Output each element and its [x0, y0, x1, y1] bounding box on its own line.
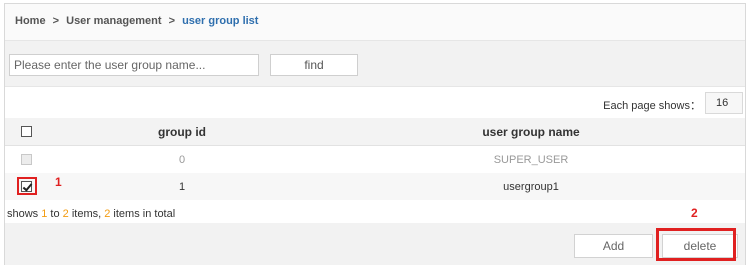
group-name-cell: usergroup1	[503, 180, 559, 193]
breadcrumb-user-management[interactable]: User management	[66, 15, 161, 27]
search-input[interactable]	[9, 54, 259, 76]
page-size-select[interactable]: 16	[705, 92, 743, 114]
action-bar: Add delete	[5, 223, 745, 265]
user-group-table: group id user group name 0 SUPER_USER 1 …	[5, 118, 745, 200]
annotation-highlight-box	[17, 177, 37, 195]
table-row[interactable]: 1 usergroup1	[5, 173, 745, 200]
summary-suffix: items in total	[110, 208, 176, 220]
table-row[interactable]: 0 SUPER_USER	[5, 146, 745, 173]
find-button[interactable]: find	[270, 54, 358, 76]
page-size-label: Each page shows：	[603, 100, 701, 112]
breadcrumb-separator: >	[168, 15, 175, 27]
breadcrumb-separator: >	[52, 15, 60, 27]
group-id-cell: 1	[178, 180, 186, 193]
table-header-row: group id user group name	[5, 118, 745, 146]
user-group-panel: Home > User management > user group list…	[4, 3, 746, 265]
breadcrumb-home[interactable]: Home	[15, 15, 46, 27]
page-size-row: Each page shows： 16	[5, 88, 745, 118]
annotation-highlight-box	[656, 228, 736, 261]
row-checkbox	[20, 154, 32, 165]
column-header-group-id[interactable]: group id	[47, 118, 317, 145]
group-id-cell: 0	[178, 153, 186, 166]
summary-prefix: shows	[7, 208, 42, 220]
select-all-checkbox[interactable]	[20, 126, 32, 137]
column-header-user-group-name[interactable]: user group name	[317, 118, 745, 145]
add-button[interactable]: Add	[574, 234, 653, 258]
annotation-step-1: 1	[55, 175, 62, 189]
row-check-cell	[5, 146, 47, 173]
summary-items-word: items,	[68, 208, 105, 220]
group-name-cell: SUPER_USER	[493, 153, 569, 166]
breadcrumb: Home > User management > user group list	[5, 4, 745, 41]
search-bar: find	[5, 41, 745, 87]
select-all-cell	[5, 118, 47, 145]
breadcrumb-current: user group list	[182, 15, 259, 27]
annotation-step-2: 2	[691, 206, 698, 220]
pagination-summary: shows 1 to 2 items, 2 items in total	[7, 208, 175, 220]
summary-to-word: to	[47, 208, 63, 220]
